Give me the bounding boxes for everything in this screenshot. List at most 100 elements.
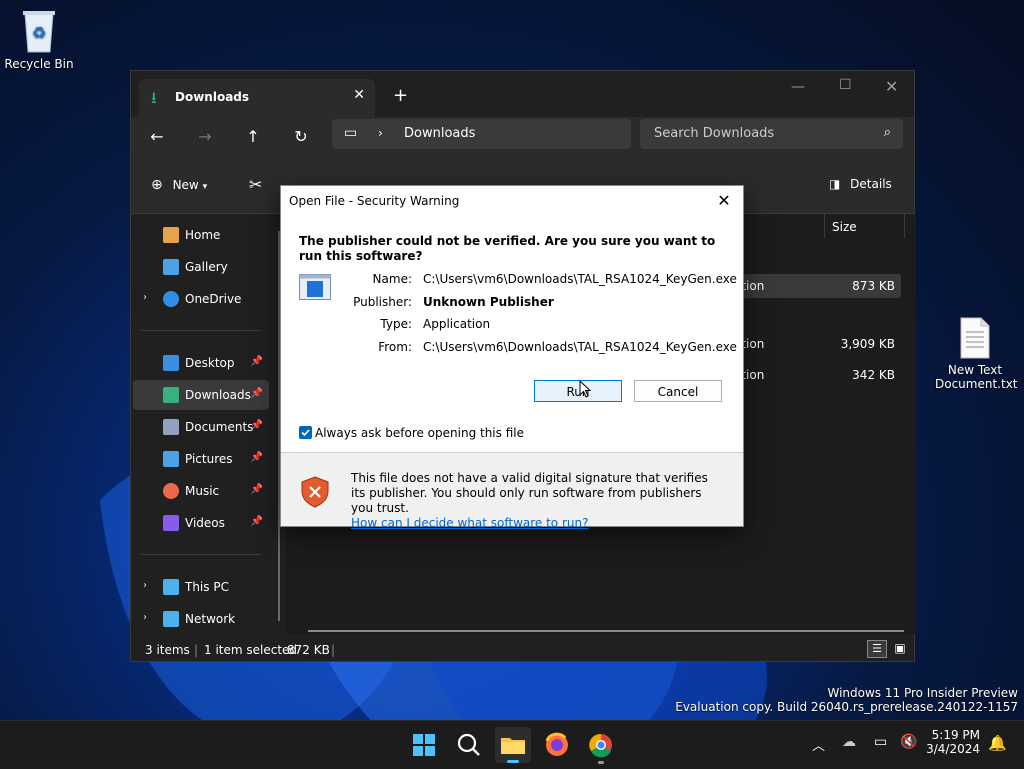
- monitor-icon: ▭: [344, 125, 358, 141]
- tab-downloads[interactable]: ⭳ Downloads ✕: [139, 79, 375, 117]
- up-button[interactable]: ↑: [241, 125, 265, 149]
- sidebar-item-label: Documents: [185, 420, 254, 434]
- sidebar-item-label: Videos: [185, 516, 225, 530]
- show-hidden-icons-button[interactable]: ︿: [812, 735, 825, 754]
- cancel-button[interactable]: Cancel: [634, 380, 722, 402]
- navigation-pane: Home Gallery › OneDrive Desktop 📌 Downlo…: [131, 214, 281, 634]
- tab-close-button[interactable]: ✕: [353, 87, 365, 103]
- sidebar-item-pictures[interactable]: Pictures 📌: [133, 444, 269, 474]
- publisher-label: Publisher:: [353, 295, 412, 309]
- clock[interactable]: 5:19 PM 3/4/2024: [926, 728, 980, 756]
- sidebar-item-label: OneDrive: [185, 292, 242, 306]
- network-status-icon[interactable]: ☁: [842, 734, 856, 750]
- music-icon: [163, 483, 179, 499]
- chevron-right-icon[interactable]: ›: [143, 612, 147, 623]
- selection-count: 1 item selected: [204, 643, 298, 657]
- pin-icon[interactable]: 📌: [251, 388, 263, 399]
- search-button[interactable]: [451, 727, 487, 763]
- running-indicator: [598, 761, 604, 764]
- start-button[interactable]: [406, 727, 442, 763]
- chevron-down-icon: ▾: [202, 182, 208, 192]
- tiles-view-icon[interactable]: ▣: [891, 640, 909, 656]
- dialog-close-button[interactable]: ✕: [713, 190, 735, 212]
- download-icon: [163, 387, 179, 403]
- firefox-taskbar-button[interactable]: [539, 727, 575, 763]
- column-header-size[interactable]: Size: [832, 220, 857, 234]
- from-label: From:: [378, 340, 412, 354]
- explorer-titlebar: ⭳ Downloads ✕ + — ☐ ✕: [131, 71, 914, 117]
- search-icon: [457, 733, 480, 756]
- type-value: Application: [423, 317, 491, 331]
- pc-icon: [163, 579, 179, 595]
- search-box[interactable]: Search Downloads ⌕: [640, 119, 903, 149]
- sidebar-item-label: Gallery: [185, 260, 228, 274]
- chevron-right-icon[interactable]: ›: [143, 292, 147, 303]
- pin-icon[interactable]: 📌: [251, 452, 263, 463]
- selection-size: 872 KB: [287, 643, 330, 657]
- minimize-button[interactable]: —: [791, 79, 805, 95]
- maximize-button[interactable]: ☐: [839, 77, 852, 93]
- horizontal-scrollbar[interactable]: [308, 630, 904, 632]
- run-button[interactable]: Run: [534, 380, 622, 402]
- new-label: New: [172, 178, 199, 192]
- file-explorer-taskbar-button[interactable]: [495, 727, 531, 763]
- text-document-shortcut[interactable]: New Text Document.txt: [935, 302, 1018, 405]
- always-ask-checkbox[interactable]: [299, 426, 312, 439]
- sidebar-item-label: Desktop: [185, 356, 235, 370]
- new-button[interactable]: ⊕ New ▾: [151, 177, 207, 193]
- watermark-build: Evaluation copy. Build 26040.rs_prerelea…: [675, 700, 1018, 714]
- volume-muted-icon[interactable]: 🔇: [900, 734, 917, 750]
- recycle-bin-shortcut[interactable]: ♻ Recycle Bin: [0, 8, 79, 71]
- cut-button[interactable]: ✂: [249, 175, 262, 194]
- download-icon: ⭳: [151, 88, 157, 107]
- chrome-taskbar-button[interactable]: [583, 727, 619, 764]
- sidebar-item-onedrive[interactable]: › OneDrive: [133, 284, 269, 314]
- forward-button[interactable]: →: [193, 125, 217, 149]
- videos-icon: [163, 515, 179, 531]
- display-icon[interactable]: ▭: [874, 734, 887, 750]
- security-warning-dialog: Open File - Security Warning ✕ The publi…: [280, 185, 744, 530]
- pin-icon[interactable]: 📌: [251, 516, 263, 527]
- address-bar[interactable]: ▭ › Downloads: [332, 119, 631, 149]
- chevron-right-icon[interactable]: ›: [143, 580, 147, 591]
- text-document-label: New Text Document.txt: [935, 363, 1018, 391]
- help-link[interactable]: How can I decide what software to run?: [351, 516, 721, 531]
- close-window-button[interactable]: ✕: [885, 77, 898, 96]
- sidebar-item-network[interactable]: › Network: [133, 604, 269, 634]
- clock-date: 3/4/2024: [926, 742, 980, 756]
- publisher-value: Unknown Publisher: [423, 295, 554, 309]
- status-divider: |: [194, 643, 199, 657]
- pin-icon[interactable]: 📌: [251, 484, 263, 495]
- pictures-icon: [163, 451, 179, 467]
- pin-icon[interactable]: 📌: [251, 420, 263, 431]
- signature-warning-text: This file does not have a valid digital …: [351, 471, 708, 515]
- sidebar-item-gallery[interactable]: Gallery: [133, 252, 269, 282]
- name-label: Name:: [372, 272, 412, 286]
- sidebar-item-videos[interactable]: Videos 📌: [133, 508, 269, 538]
- sidebar-item-downloads[interactable]: Downloads 📌: [133, 380, 269, 410]
- status-bar: 3 items | 1 item selected 872 KB | ☰ ▣: [131, 637, 914, 661]
- pin-icon[interactable]: 📌: [251, 356, 263, 367]
- sidebar-item-documents[interactable]: Documents 📌: [133, 412, 269, 442]
- always-ask-label[interactable]: Always ask before opening this file: [315, 426, 524, 440]
- gallery-icon: [163, 259, 179, 275]
- notification-bell-icon[interactable]: 🔔: [988, 734, 1007, 752]
- back-button[interactable]: ←: [145, 125, 169, 149]
- column-divider: [824, 214, 825, 238]
- new-tab-button[interactable]: +: [393, 85, 408, 106]
- sidebar-item-desktop[interactable]: Desktop 📌: [133, 348, 269, 378]
- sidebar-item-label: Home: [185, 228, 221, 242]
- details-label: Details: [850, 177, 892, 191]
- status-divider: |: [331, 643, 336, 657]
- sidebar-item-this-pc[interactable]: › This PC: [133, 572, 269, 602]
- chrome-icon: [589, 733, 612, 758]
- file-size-cell: 3,909 KB: [840, 337, 895, 351]
- breadcrumb-downloads[interactable]: Downloads: [404, 126, 475, 141]
- refresh-button[interactable]: ↻: [289, 125, 313, 149]
- windows-logo-icon: [413, 734, 435, 756]
- sidebar-divider: [141, 554, 261, 555]
- details-button[interactable]: ◨ Details: [829, 177, 892, 191]
- sidebar-item-home[interactable]: Home: [133, 220, 269, 250]
- sidebar-item-music[interactable]: Music 📌: [133, 476, 269, 506]
- details-view-icon[interactable]: ☰: [867, 640, 887, 658]
